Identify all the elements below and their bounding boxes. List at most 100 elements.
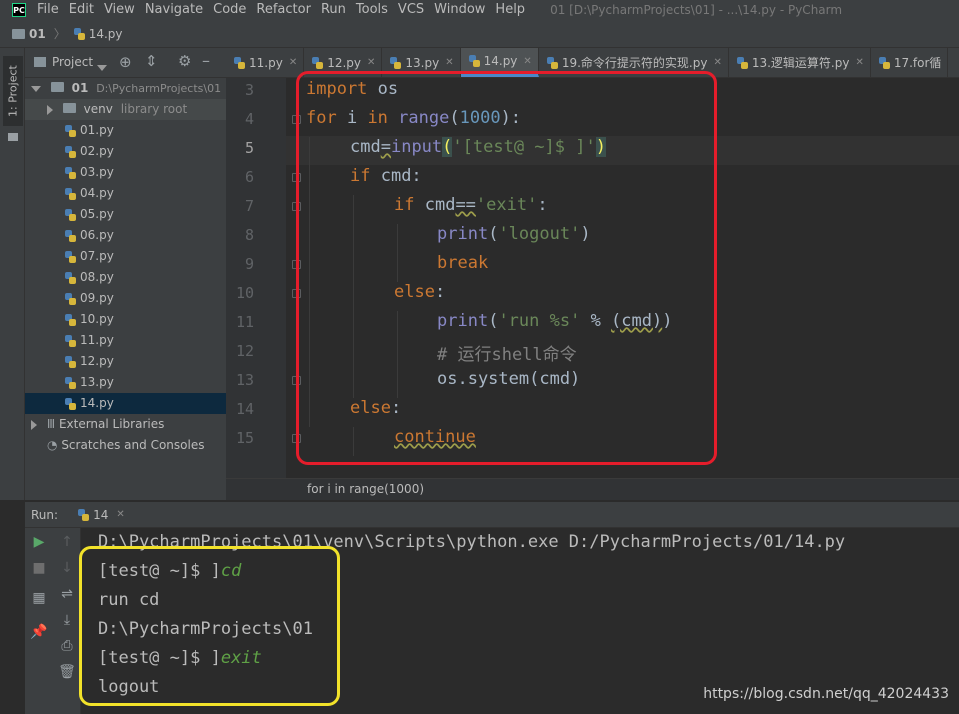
- python-file-icon: [78, 508, 90, 521]
- folder-icon: [50, 82, 64, 92]
- list-item[interactable]: 10.py: [25, 309, 226, 330]
- list-item[interactable]: 04.py: [25, 183, 226, 204]
- gear-icon[interactable]: ⚙: [178, 52, 191, 70]
- run-label: Run:: [31, 507, 59, 522]
- expand-arrow-icon[interactable]: [31, 85, 41, 92]
- tree-external-libraries[interactable]: Ⅲ External Libraries: [25, 414, 226, 435]
- project-tool-tab[interactable]: 1: Project: [3, 56, 23, 126]
- list-item[interactable]: 07.py: [25, 246, 226, 267]
- line-number: 8: [244, 226, 254, 244]
- line-number: 10: [235, 284, 254, 302]
- nav-folder[interactable]: 01: [29, 27, 46, 41]
- close-icon[interactable]: ✕: [116, 509, 124, 520]
- menu-code[interactable]: Code: [208, 0, 251, 20]
- python-file-icon: [312, 56, 324, 69]
- scroll-to-end-icon[interactable]: ⤓: [57, 612, 77, 628]
- file-name: 03.py: [80, 165, 114, 179]
- tab-17-for[interactable]: 17.for循: [871, 48, 949, 77]
- close-icon[interactable]: ✕: [367, 57, 375, 68]
- collapsed-arrow-icon[interactable]: [47, 104, 53, 115]
- list-item[interactable]: 06.py: [25, 225, 226, 246]
- collapse-icon[interactable]: ⇕: [145, 52, 158, 70]
- dropdown-arrow-icon[interactable]: [97, 60, 107, 74]
- project-view-selector[interactable]: Project: [52, 55, 93, 69]
- tree-scratches[interactable]: ◔ Scratches and Consoles: [25, 435, 226, 456]
- nav-file[interactable]: 14.py: [89, 27, 123, 41]
- line-number: 12: [235, 342, 254, 360]
- list-item[interactable]: 05.py: [25, 204, 226, 225]
- up-arrow-icon[interactable]: ↑: [57, 534, 77, 550]
- close-icon[interactable]: ✕: [713, 57, 721, 68]
- locate-icon[interactable]: ⊕: [119, 53, 132, 71]
- tree-venv[interactable]: venv library root: [25, 99, 226, 120]
- line-number: 6: [244, 168, 254, 186]
- menu-run[interactable]: Run: [316, 0, 351, 20]
- menu-navigate[interactable]: Navigate: [140, 0, 208, 20]
- menu-refactor[interactable]: Refactor: [251, 0, 316, 20]
- editor-gutter: [226, 78, 286, 478]
- close-icon[interactable]: ✕: [855, 57, 863, 68]
- line-number: 15: [235, 429, 254, 447]
- python-file-icon: [878, 56, 890, 69]
- menu-view[interactable]: View: [99, 0, 140, 20]
- line-number: 5: [244, 139, 254, 157]
- tab-label: 19.命令行提示符的实现.py: [561, 56, 708, 70]
- file-name: 04.py: [80, 186, 114, 200]
- list-item[interactable]: 01.py: [25, 120, 226, 141]
- watermark: https://blog.csdn.net/qq_42024433: [703, 686, 949, 702]
- file-name: 11.py: [80, 333, 114, 347]
- menu-edit[interactable]: Edit: [64, 0, 99, 20]
- menu-file[interactable]: File: [32, 0, 64, 20]
- python-file-icon: [468, 55, 480, 67]
- python-file-icon: [73, 27, 85, 40]
- hide-panel-icon[interactable]: –: [202, 51, 210, 70]
- python-file-icon: [65, 355, 76, 368]
- structure-icon[interactable]: [8, 133, 18, 141]
- menu-tools[interactable]: Tools: [351, 0, 393, 20]
- tab-13-logic-py[interactable]: 13.逻辑运算符.py ✕: [729, 48, 871, 77]
- list-item[interactable]: 13.py: [25, 372, 226, 393]
- pycharm-logo-icon: PC: [12, 3, 26, 17]
- python-file-icon: [65, 397, 76, 410]
- line-number: 7: [244, 197, 254, 215]
- tab-11-py[interactable]: 11.py ✕: [226, 48, 305, 77]
- down-arrow-icon[interactable]: ↓: [57, 560, 77, 576]
- python-file-icon: [65, 313, 76, 326]
- menu-vcs[interactable]: VCS: [393, 0, 429, 20]
- file-name: 10.py: [80, 312, 114, 326]
- run-toolbar-right: ↑ ↓ ⇌ ⤓ ⎙ 🗑: [53, 528, 81, 714]
- stop-icon[interactable]: ■: [29, 560, 49, 576]
- print-icon[interactable]: ⎙: [57, 638, 77, 654]
- close-icon[interactable]: ✕: [445, 57, 453, 68]
- folder-icon: [62, 103, 76, 113]
- root-folder-name: 01: [71, 81, 89, 95]
- list-item[interactable]: 09.py: [25, 288, 226, 309]
- list-item[interactable]: 02.py: [25, 141, 226, 162]
- run-tab-label[interactable]: 14: [93, 508, 108, 522]
- list-item-selected[interactable]: 14.py: [25, 393, 226, 414]
- list-item[interactable]: 11.py: [25, 330, 226, 351]
- list-item[interactable]: 03.py: [25, 162, 226, 183]
- list-item[interactable]: 12.py: [25, 351, 226, 372]
- pin-icon[interactable]: 📌: [29, 624, 49, 640]
- python-file-icon: [65, 334, 76, 347]
- menu-help[interactable]: Help: [490, 0, 530, 20]
- line-number: 11: [235, 313, 254, 331]
- breadcrumb[interactable]: for i in range(1000): [226, 478, 959, 500]
- collapsed-arrow-icon[interactable]: [31, 419, 37, 430]
- file-name: 06.py: [80, 228, 114, 242]
- python-file-icon: [234, 56, 245, 69]
- menu-window[interactable]: Window: [429, 0, 490, 20]
- file-name: 13.py: [80, 375, 114, 389]
- close-icon[interactable]: ✕: [289, 57, 297, 68]
- folder-icon: [12, 28, 25, 39]
- python-file-icon: [390, 56, 402, 69]
- tree-root[interactable]: 01 D:\PycharmProjects\01: [25, 78, 226, 99]
- soft-wrap-icon[interactable]: ⇌: [57, 586, 77, 602]
- close-icon[interactable]: ✕: [523, 56, 531, 67]
- layout-icon[interactable]: ▦: [29, 590, 49, 606]
- line-number: 4: [244, 110, 254, 128]
- trash-icon[interactable]: 🗑: [57, 664, 77, 680]
- play-icon[interactable]: ▶: [29, 534, 49, 550]
- list-item[interactable]: 08.py: [25, 267, 226, 288]
